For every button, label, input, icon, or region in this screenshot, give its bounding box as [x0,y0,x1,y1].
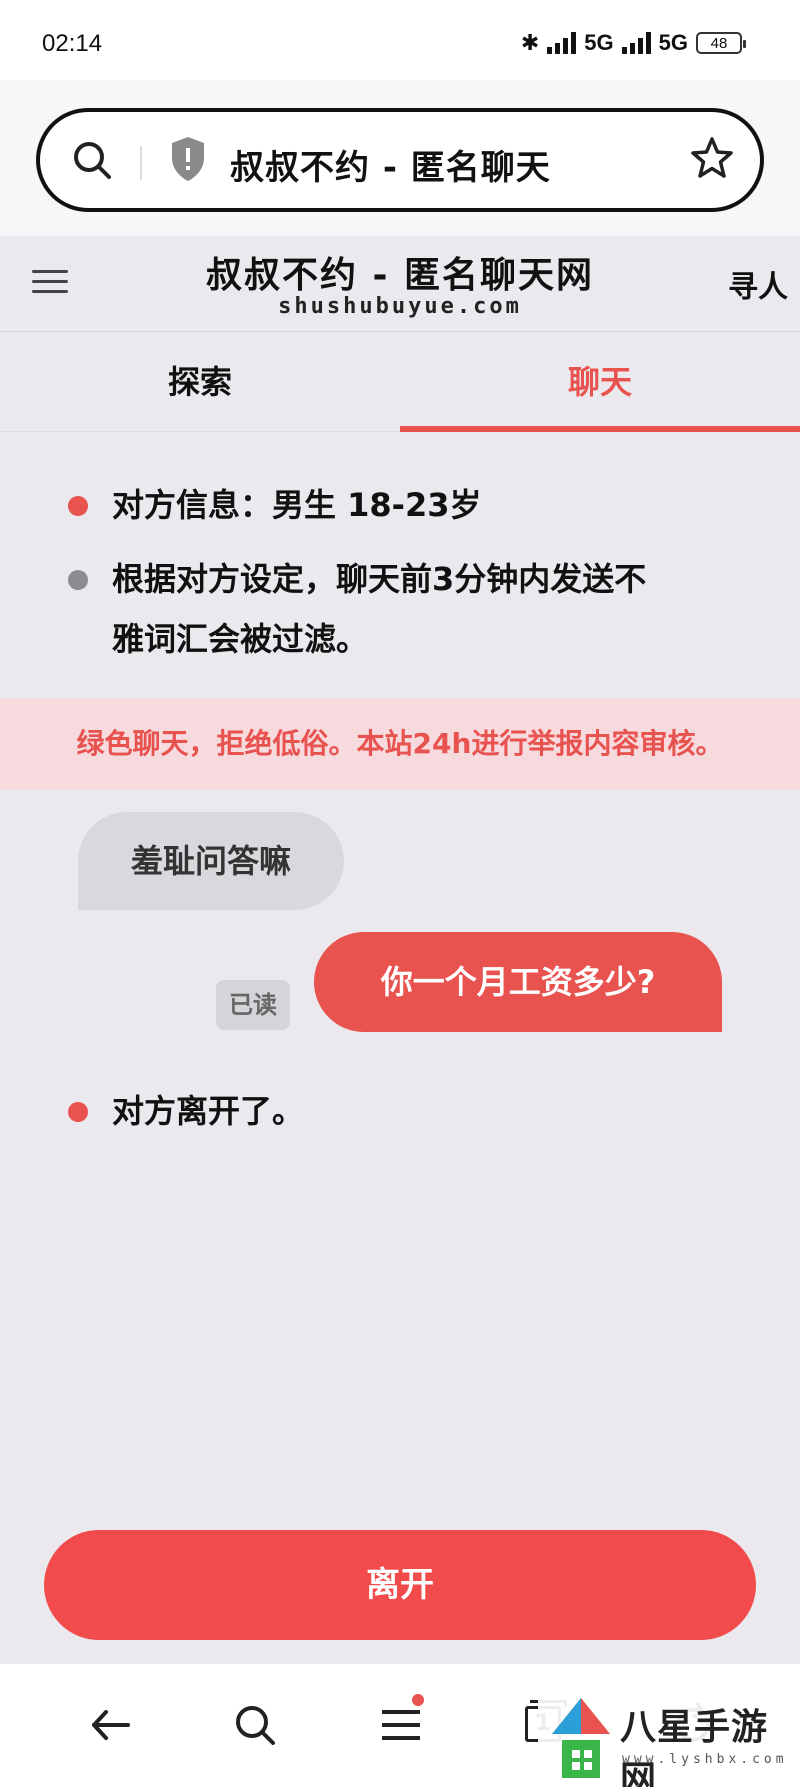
partner-info: 对方信息：男生 18-23岁 [112,486,482,524]
browser-toolbar: 叔叔不约 - 匿名聊天 [0,80,800,236]
status-indicators: ✱ 5G 5G 48 [520,30,746,56]
menu-icon[interactable] [376,1694,426,1750]
find-people-link[interactable]: 寻人 [728,262,788,306]
leave-button-area: 离开 [0,1508,800,1663]
star-icon[interactable] [688,134,736,186]
address-bar[interactable]: 叔叔不约 - 匿名聊天 [36,108,764,212]
tab-explore[interactable]: 探索 [0,332,400,432]
network-type-label: 5G [658,30,688,55]
notification-dot [412,1694,424,1706]
status-dot-red [68,1102,88,1122]
watermark-logo-icon [548,1694,614,1786]
filter-notice-line2: 雅词汇会被过滤。 [112,620,369,658]
site-domain: shushubuyue.com [278,294,522,319]
battery-icon: 48 [696,32,746,54]
search-icon[interactable] [230,1700,280,1750]
tab-chat[interactable]: 聊天 [400,332,800,432]
search-icon[interactable] [70,138,114,186]
status-time: 02:14 [42,30,103,57]
bluetooth-icon: ✱ [520,30,540,55]
read-status-badge: 已读 [216,980,290,1030]
filter-notice-line1: 根据对方设定，聊天前3分钟内发送不 [112,560,647,598]
signal-icon [547,32,577,54]
warning-banner: 绿色聊天，拒绝低俗。本站24h进行举报内容审核。 [0,698,800,790]
tab-bar: 探索 聊天 [0,332,800,432]
page-title-address[interactable]: 叔叔不约 - 匿名聊天 [230,140,551,189]
partner-left-notice: 对方离开了。 [112,1092,305,1130]
status-dot-gray [68,570,88,590]
status-bar: 02:14 ✱ 5G 5G 48 [0,0,800,80]
sent-message: 你一个月工资多少? [314,932,722,1032]
site-title: 叔叔不约 - 匿名聊天网 [205,255,594,296]
watermark-text: 八星手游网 [620,1707,769,1787]
site-header: 叔叔不约 - 匿名聊天网 shushubuyue.com 寻人 [0,236,800,332]
received-message: 羞耻问答嘛 [78,812,344,910]
watermark-url: www.lyshbx.com [622,1752,788,1767]
network-type-label: 5G [584,30,614,55]
back-arrow-icon[interactable] [86,1700,136,1750]
site-watermark: 八星手游网 www.lyshbx.com [538,1690,800,1787]
chat-area: 对方信息：男生 18-23岁 根据对方设定，聊天前3分钟内发送不 雅词汇会被过滤… [0,432,800,1508]
battery-level: 48 [710,34,728,52]
shield-icon[interactable] [168,134,208,188]
signal-icon [621,32,651,54]
leave-button[interactable]: 离开 [44,1530,756,1640]
status-dot-red [68,496,88,516]
address-divider [140,146,142,180]
